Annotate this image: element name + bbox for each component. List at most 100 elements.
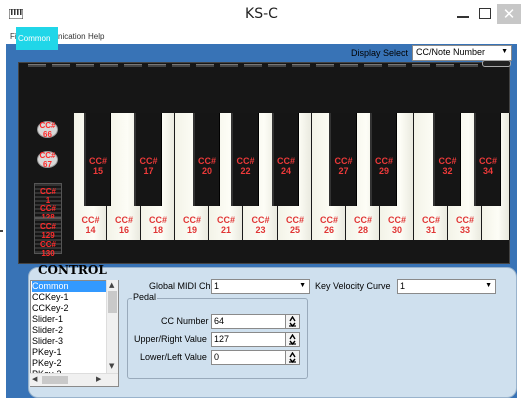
list-item[interactable]: CCKey-1 xyxy=(32,292,108,303)
lower-left-value: 0 xyxy=(214,352,220,362)
black-key[interactable]: CC# 15 xyxy=(84,113,111,206)
key-label: CC# 17 xyxy=(139,156,158,176)
key-label: CC# 33 xyxy=(455,215,474,235)
lower-left-input[interactable]: 0 xyxy=(211,350,288,365)
key-velocity-curve-value: 1 xyxy=(400,281,406,291)
common-button[interactable]: Common xyxy=(16,27,58,50)
black-key[interactable]: CC# 29 xyxy=(370,113,397,206)
wheel-1[interactable]: CC#1 CC#128 xyxy=(34,183,62,222)
strip-segment xyxy=(76,64,94,67)
display-select-dropdown[interactable]: CC/Note Number ▼ xyxy=(412,45,512,61)
list-item[interactable]: CCKey-2 xyxy=(32,303,108,314)
strip-segment xyxy=(28,64,46,67)
global-midi-value: 1 xyxy=(214,281,220,291)
lower-left-spinner[interactable] xyxy=(285,350,300,365)
key-label: CC# 32 xyxy=(438,156,457,176)
black-key[interactable]: CC# 32 xyxy=(433,113,461,206)
spinner-icon xyxy=(289,334,296,345)
upper-right-input[interactable]: 127 xyxy=(211,332,288,347)
list-item[interactable]: PKey-1 xyxy=(32,347,108,358)
list-item[interactable]: Slider-2 xyxy=(32,325,108,336)
key-label: CC# 26 xyxy=(319,215,338,235)
black-key[interactable]: CC# 20 xyxy=(193,113,220,206)
close-icon: ✕ xyxy=(502,5,516,23)
strip-segment xyxy=(316,64,334,67)
chevron-down-icon: ▼ xyxy=(501,48,508,55)
window-edge-mark xyxy=(0,230,3,232)
scroll-thumb[interactable] xyxy=(108,291,117,313)
key-label: CC# 34 xyxy=(478,156,497,176)
scroll-right-icon[interactable]: ▶ xyxy=(96,375,101,383)
menu-help[interactable]: Help xyxy=(88,32,104,41)
strip-segment xyxy=(412,64,430,67)
list-item[interactable]: Slider-3 xyxy=(32,336,108,347)
key-label: CC# 19 xyxy=(182,215,201,235)
strip-segment xyxy=(196,64,214,67)
list-horizontal-scrollbar[interactable]: ◀ ▶ xyxy=(30,373,118,386)
wheel-2[interactable]: CC# 129 CC# 130 xyxy=(34,218,62,258)
minimize-button[interactable] xyxy=(453,4,473,24)
knob-2-label: CC# 67 xyxy=(39,151,56,169)
scroll-thumb[interactable] xyxy=(42,376,68,384)
display-select-label: Display Select xyxy=(351,48,409,58)
upper-right-spinner[interactable] xyxy=(285,332,300,347)
cc-number-label: CC Number xyxy=(161,316,209,326)
key-label: CC# 14 xyxy=(81,215,100,235)
lower-left-label: Lower/Left Value xyxy=(140,352,207,362)
key-label: CC# 28 xyxy=(353,215,372,235)
strip-segment xyxy=(172,64,190,67)
black-key[interactable]: CC# 34 xyxy=(474,113,501,206)
global-midi-select[interactable]: 1 ▼ xyxy=(211,279,310,294)
spinner-icon xyxy=(289,352,296,363)
black-key[interactable]: CC# 17 xyxy=(134,113,162,206)
global-midi-label: Global MIDI Ch xyxy=(149,281,211,291)
list-item[interactable]: Common xyxy=(32,281,108,292)
scroll-up-icon[interactable]: ▲ xyxy=(109,281,114,289)
scroll-left-icon[interactable]: ◀ xyxy=(32,375,37,383)
cc-number-input[interactable]: 64 xyxy=(211,314,288,329)
key-label: CC# 15 xyxy=(88,156,107,176)
close-button[interactable]: ✕ xyxy=(497,4,521,24)
black-key[interactable]: CC# 24 xyxy=(272,113,299,206)
key-label: CC# 16 xyxy=(114,215,133,235)
list-item[interactable]: Slider-1 xyxy=(32,314,108,325)
display-select-value: CC/Note Number xyxy=(416,47,486,57)
pedal-title: Pedal xyxy=(132,292,158,302)
key-label: CC# 31 xyxy=(421,215,440,235)
wheel-2-top-label: CC# 129 xyxy=(39,222,56,240)
scroll-down-icon[interactable]: ▼ xyxy=(109,362,114,370)
key-velocity-curve-label: Key Velocity Curve xyxy=(315,281,391,291)
common-button-label: Common xyxy=(18,34,51,43)
octave-scroll-pill[interactable] xyxy=(482,60,511,67)
knob-2[interactable]: CC# 67 xyxy=(37,151,58,169)
strip-segment xyxy=(268,64,286,67)
knob-1-label: CC# 66 xyxy=(39,121,56,139)
key-label: CC# 27 xyxy=(334,156,353,176)
cc-number-value: 64 xyxy=(214,316,225,326)
maximize-button[interactable] xyxy=(474,4,496,24)
strip-segment xyxy=(148,64,166,67)
knob-1[interactable]: CC# 66 xyxy=(37,121,58,139)
cc-indicator-strip xyxy=(28,64,516,67)
list-item[interactable]: PKey-2 xyxy=(32,358,108,369)
strip-segment xyxy=(124,64,142,67)
list-vertical-scrollbar[interactable]: ▲ ▼ xyxy=(106,280,118,373)
strip-segment xyxy=(244,64,262,67)
black-key[interactable]: CC# 22 xyxy=(231,113,259,206)
key-label: CC# 18 xyxy=(148,215,167,235)
strip-segment xyxy=(52,64,70,67)
key-label: CC# 20 xyxy=(197,156,216,176)
cc-number-spinner[interactable] xyxy=(285,314,300,329)
key-velocity-curve-select[interactable]: 1 ▼ xyxy=(397,279,496,294)
menu-bar: File Communication Help xyxy=(0,30,523,43)
key-label: CC# 25 xyxy=(285,215,304,235)
upper-right-label: Upper/Right Value xyxy=(134,334,207,344)
strip-segment xyxy=(388,64,406,67)
strip-segment xyxy=(364,64,382,67)
upper-right-value: 127 xyxy=(214,334,230,344)
wheel-2-bottom-label: CC# 130 xyxy=(39,240,56,258)
key-label: CC# 21 xyxy=(216,215,235,235)
strip-segment xyxy=(340,64,358,67)
wheel-1-top-label: CC# 1 xyxy=(39,187,56,205)
black-key[interactable]: CC# 27 xyxy=(329,113,357,206)
